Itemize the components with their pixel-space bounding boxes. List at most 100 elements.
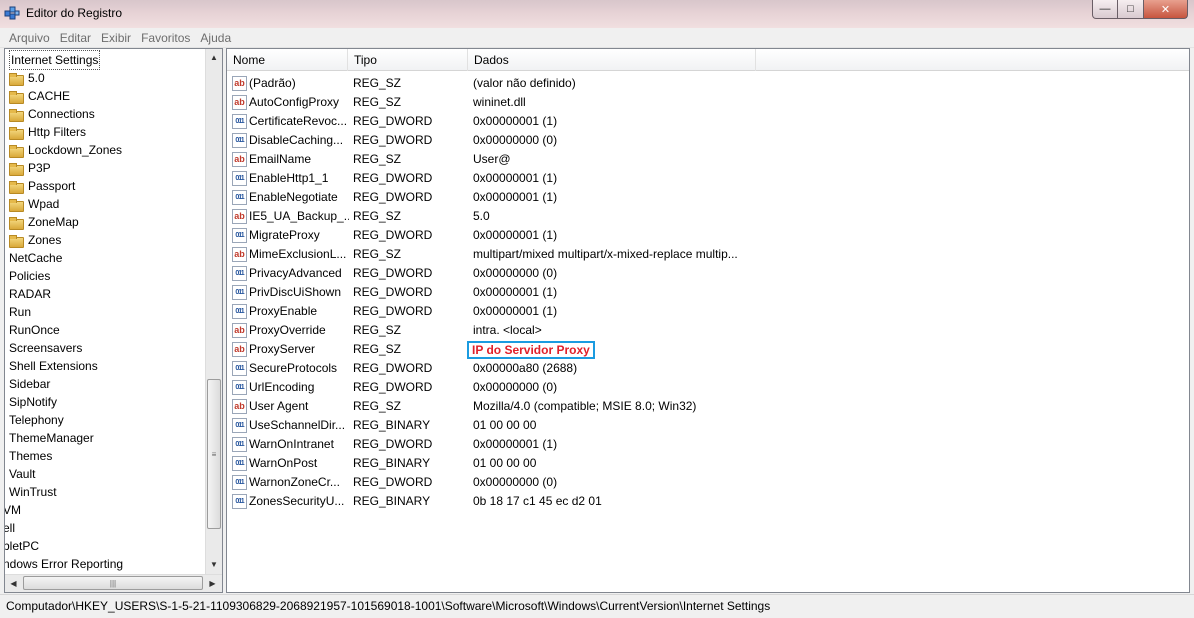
- tree-item-label: SipNotify: [9, 395, 58, 409]
- value-type: REG_DWORD: [353, 475, 433, 489]
- close-button[interactable]: ✕: [1144, 0, 1188, 19]
- value-data: 0x00000000 (0): [473, 266, 558, 280]
- table-row[interactable]: 011 ProxyEnable REG_DWORD 0x00000001 (1): [227, 302, 1189, 321]
- tree-item-label: CACHE: [28, 89, 71, 103]
- tree-item-label: ndows Error Reporting: [4, 557, 124, 571]
- tree-item[interactable]: CACHE: [9, 87, 70, 105]
- tree-vertical-scrollbar[interactable]: ▲ ≡ ▼: [205, 49, 222, 574]
- tree-item-label: ell: [4, 521, 16, 535]
- table-row[interactable]: 011 DisableCaching... REG_DWORD 0x00000000 …: [227, 131, 1189, 150]
- tree-item[interactable]: Vault: [9, 465, 35, 483]
- menu-arquivo[interactable]: Arquivo: [4, 31, 55, 45]
- tree-item[interactable]: Screensavers: [9, 339, 82, 357]
- table-row[interactable]: 011 PrivacyAdvanced REG_DWORD 0x00000000 (0…: [227, 264, 1189, 283]
- value-data: 0x00000001 (1): [473, 228, 558, 242]
- values-list[interactable]: Nome Tipo Dados ab (Padrão) REG_SZ (valor n…: [226, 48, 1190, 593]
- table-row[interactable]: 011 MigrateProxy REG_DWORD 0x00000001 (1): [227, 226, 1189, 245]
- table-row[interactable]: ab User Agent REG_SZ Mozilla/4.0 (compatibl…: [227, 397, 1189, 416]
- tree-item[interactable]: Internet Settings: [9, 50, 101, 70]
- scroll-left-icon[interactable]: ◀: [5, 575, 22, 592]
- value-data: 0x00000000 (0): [473, 133, 558, 147]
- tree-item[interactable]: RunOnce: [9, 321, 60, 339]
- table-row[interactable]: ab ProxyOverride REG_SZ intra. <local>: [227, 321, 1189, 340]
- tree-item[interactable]: Sidebar: [9, 375, 50, 393]
- table-row[interactable]: 011 ZonesSecurityU... REG_BINARY 0b 18 17 c…: [227, 492, 1189, 511]
- folder-icon: [9, 72, 24, 86]
- tree-vscroll-thumb[interactable]: ≡: [207, 379, 221, 529]
- string-value-icon: ab: [232, 152, 247, 167]
- menu-editar[interactable]: Editar: [55, 31, 96, 45]
- value-name: PrivDiscUiShown: [249, 285, 342, 299]
- tree-item[interactable]: P3P: [9, 159, 51, 177]
- tree-item[interactable]: WinTrust: [9, 483, 57, 501]
- table-row[interactable]: 011 UrlEncoding REG_DWORD 0x00000000 (0): [227, 378, 1189, 397]
- proxy-server-highlight: IP do Servidor Proxy: [467, 341, 595, 359]
- tree-item[interactable]: VM: [4, 501, 21, 519]
- key-tree[interactable]: ▲ ≡ ▼ ◀ ||| ▶ Internet Settings 5.0 CACHE C…: [4, 48, 223, 593]
- tree-item[interactable]: Themes: [9, 447, 52, 465]
- table-row[interactable]: 011 EnableHttp1_1 REG_DWORD 0x00000001 (1): [227, 169, 1189, 188]
- value-data: 0x00000001 (1): [473, 190, 558, 204]
- tree-item[interactable]: Run: [9, 303, 31, 321]
- scroll-up-icon[interactable]: ▲: [206, 49, 222, 66]
- tree-item[interactable]: ZoneMap: [9, 213, 79, 231]
- table-row[interactable]: 011 EnableNegotiate REG_DWORD 0x00000001 (1…: [227, 188, 1189, 207]
- table-row[interactable]: ab EmailName REG_SZ User@: [227, 150, 1189, 169]
- binary-value-icon: 011: [232, 266, 247, 281]
- minimize-icon: —: [1099, 3, 1111, 15]
- tree-hscroll-thumb[interactable]: |||: [23, 576, 203, 590]
- value-data: 0x00000001 (1): [473, 285, 558, 299]
- tree-item[interactable]: Lockdown_Zones: [9, 141, 122, 159]
- table-row[interactable]: 011 SecureProtocols REG_DWORD 0x00000a80 (2…: [227, 359, 1189, 378]
- tree-item[interactable]: Connections: [9, 105, 95, 123]
- value-data: 0x00000000 (0): [473, 475, 558, 489]
- value-data: 01 00 00 00: [473, 456, 537, 470]
- value-name: WarnOnIntranet: [249, 437, 334, 451]
- minimize-button[interactable]: —: [1092, 0, 1118, 19]
- menu-exibir[interactable]: Exibir: [96, 31, 136, 45]
- table-row[interactable]: ab MimeExclusionL... REG_SZ multipart/mixed…: [227, 245, 1189, 264]
- table-row[interactable]: 011 WarnOnIntranet REG_DWORD 0x00000001 (1): [227, 435, 1189, 454]
- table-row[interactable]: ab ProxyServer REG_SZ IP do Servidor Proxy: [227, 340, 1189, 359]
- column-header-type[interactable]: Tipo: [348, 49, 468, 71]
- table-row[interactable]: ab (Padrão) REG_SZ (valor não definido): [227, 74, 1189, 93]
- table-row[interactable]: 011 UseSchannelDir... REG_BINARY 01 00 00 0…: [227, 416, 1189, 435]
- value-type: REG_DWORD: [353, 190, 433, 204]
- tree-item[interactable]: Zones: [9, 231, 61, 249]
- table-row[interactable]: 011 PrivDiscUiShown REG_DWORD 0x00000001 (1…: [227, 283, 1189, 302]
- tree-item[interactable]: ndows Error Reporting: [4, 555, 124, 573]
- tree-item[interactable]: Shell Extensions: [9, 357, 98, 375]
- table-row[interactable]: ab AutoConfigProxy REG_SZ wininet.dll: [227, 93, 1189, 112]
- string-value-icon: ab: [232, 209, 247, 224]
- tree-item[interactable]: Policies: [9, 267, 50, 285]
- tree-item[interactable]: SipNotify: [9, 393, 57, 411]
- tree-item[interactable]: Telephony: [9, 411, 64, 429]
- maximize-button[interactable]: □: [1118, 0, 1144, 19]
- table-row[interactable]: ab IE5_UA_Backup_... REG_SZ 5.0: [227, 207, 1189, 226]
- tree-item[interactable]: Wpad: [9, 195, 59, 213]
- table-row[interactable]: 011 WarnOnPost REG_BINARY 01 00 00 00: [227, 454, 1189, 473]
- tree-item[interactable]: bletPC: [5, 537, 39, 555]
- value-type: REG_SZ: [353, 342, 402, 356]
- table-row[interactable]: 011 CertificateRevoc... REG_DWORD 0x0000000…: [227, 112, 1189, 131]
- tree-item[interactable]: Http Filters: [9, 123, 86, 141]
- menu-favoritos[interactable]: Favoritos: [136, 31, 195, 45]
- tree-item[interactable]: NetCache: [9, 249, 62, 267]
- tree-item[interactable]: RADAR: [9, 285, 51, 303]
- tree-item[interactable]: ell: [4, 519, 16, 537]
- tree-item-label: Passport: [28, 179, 76, 193]
- tree-item[interactable]: ThemeManager: [9, 429, 94, 447]
- value-type: REG_BINARY: [353, 456, 431, 470]
- table-row[interactable]: 011 WarnonZoneCr... REG_DWORD 0x00000000 (0…: [227, 473, 1189, 492]
- scroll-down-icon[interactable]: ▼: [206, 556, 222, 573]
- tree-horizontal-scrollbar[interactable]: ◀ ||| ▶: [5, 574, 222, 592]
- tree-item-label: VM: [4, 503, 21, 517]
- column-header-name[interactable]: Nome: [227, 49, 348, 71]
- folder-icon: [9, 126, 24, 140]
- menu-ajuda[interactable]: Ajuda: [195, 31, 236, 45]
- binary-value-icon: 011: [232, 380, 247, 395]
- tree-item[interactable]: 5.0: [9, 69, 45, 87]
- tree-item[interactable]: Passport: [9, 177, 75, 195]
- column-header-data[interactable]: Dados: [468, 49, 756, 71]
- scroll-right-icon[interactable]: ▶: [204, 575, 221, 592]
